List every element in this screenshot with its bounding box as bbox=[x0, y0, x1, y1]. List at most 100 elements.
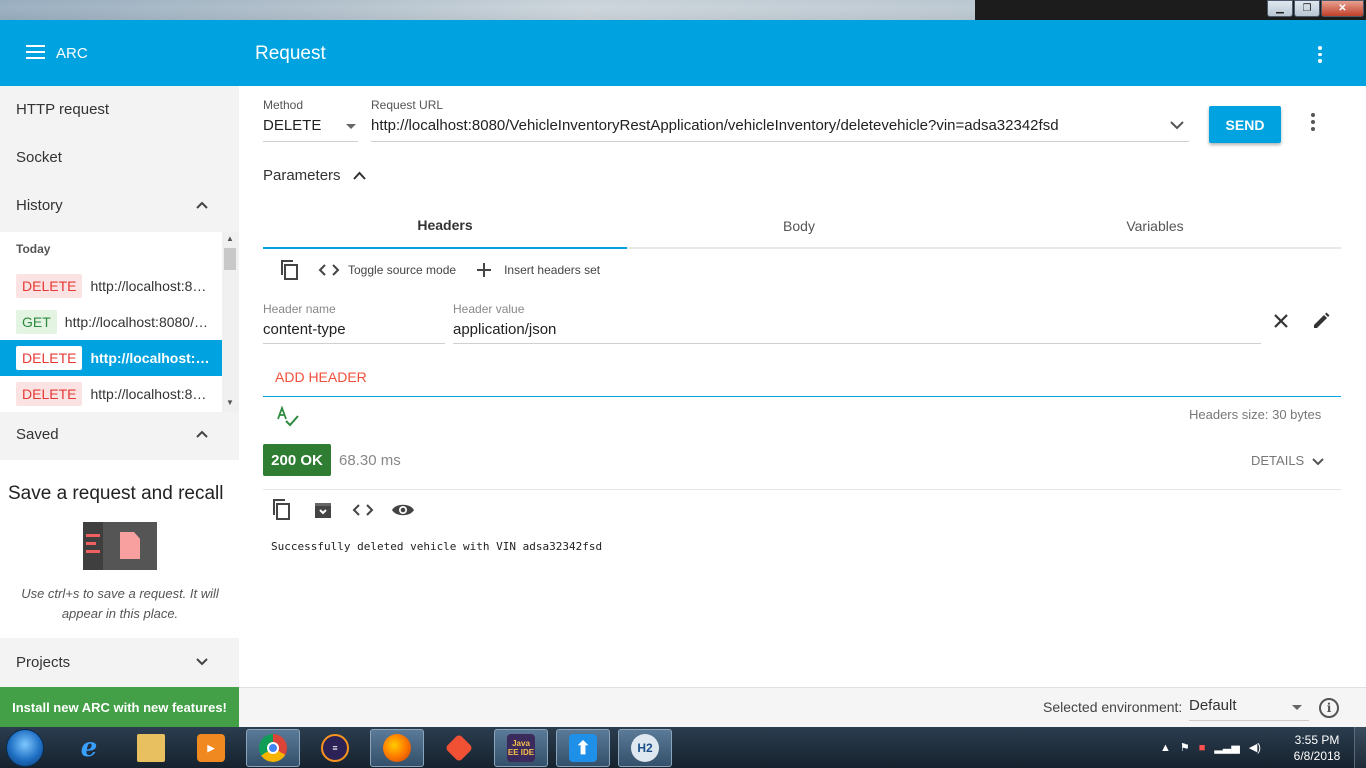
header-value-input[interactable]: application/json bbox=[453, 321, 556, 338]
code-view-icon[interactable] bbox=[352, 503, 374, 517]
saved-empty-state: Save a request and recall Use ctrl+s to … bbox=[0, 460, 239, 638]
show-hidden-icons-icon[interactable]: ▲ bbox=[1160, 742, 1171, 754]
java-ee-ide-icon[interactable]: Java EE IDE bbox=[494, 729, 548, 767]
copy-response-icon[interactable] bbox=[271, 498, 293, 522]
method-underline bbox=[263, 141, 358, 142]
file-explorer-icon[interactable] bbox=[124, 729, 178, 767]
environment-select[interactable]: Default bbox=[1189, 697, 1309, 721]
history-item[interactable]: DELETE http://localhost:8080/VehicleInve… bbox=[0, 268, 222, 304]
info-icon[interactable]: i bbox=[1319, 698, 1339, 718]
start-button-icon[interactable] bbox=[6, 729, 44, 767]
minimize-button[interactable]: ▁ bbox=[1267, 0, 1293, 17]
show-desktop-button[interactable] bbox=[1354, 727, 1366, 768]
url-label: Request URL bbox=[371, 98, 444, 112]
sidebar: HTTP request Socket History Today DELETE… bbox=[0, 86, 239, 687]
taskbar-clock[interactable]: 3:55 PM 6/8/2018 bbox=[1290, 732, 1344, 764]
status-badge: 200 OK bbox=[263, 444, 331, 476]
send-button[interactable]: SEND bbox=[1209, 106, 1281, 143]
response-divider bbox=[263, 489, 1341, 490]
headers-divider bbox=[263, 396, 1341, 397]
url-input[interactable]: http://localhost:8080/VehicleInventoryRe… bbox=[371, 117, 1161, 134]
media-player-icon[interactable]: ▶ bbox=[184, 729, 238, 767]
projects-section-header[interactable]: Projects bbox=[0, 640, 239, 688]
response-time: 68.30 ms bbox=[339, 452, 401, 469]
spellcheck-icon[interactable] bbox=[276, 406, 300, 428]
saved-label: Saved bbox=[16, 426, 59, 443]
history-section-header[interactable]: History bbox=[0, 183, 239, 231]
insert-headers-set-button[interactable]: Insert headers set bbox=[504, 263, 600, 277]
environment-value: Default bbox=[1189, 697, 1237, 714]
menu-icon[interactable] bbox=[26, 45, 45, 59]
header-name-underline bbox=[263, 343, 445, 344]
chrome-icon[interactable] bbox=[246, 729, 300, 767]
save-archive-icon[interactable] bbox=[313, 500, 333, 520]
copy-icon[interactable] bbox=[278, 258, 302, 282]
arc-app-icon[interactable]: ⬆ bbox=[556, 729, 610, 767]
tab-variables[interactable]: Variables bbox=[973, 203, 1337, 249]
preview-eye-icon[interactable] bbox=[391, 502, 415, 518]
saved-section-header[interactable]: Saved bbox=[0, 412, 239, 460]
code-icon[interactable] bbox=[318, 263, 340, 277]
details-toggle[interactable]: DETAILS bbox=[1251, 453, 1324, 468]
firefox-icon[interactable] bbox=[370, 729, 424, 767]
edit-pencil-icon[interactable] bbox=[1311, 311, 1331, 331]
history-url: http://localhost:8080/VehicleInventoryRe… bbox=[64, 314, 209, 330]
chevron-up-icon bbox=[196, 430, 208, 438]
header-name-input[interactable]: content-type bbox=[263, 321, 346, 338]
network-warning-icon[interactable]: ■ bbox=[1199, 742, 1206, 754]
saved-illustration-icon bbox=[83, 522, 157, 570]
sidebar-item-http-request[interactable]: HTTP request bbox=[16, 101, 109, 118]
method-select[interactable]: DELETE bbox=[263, 117, 321, 134]
history-url: http://localhost:8080/VehicleInventoryRe… bbox=[90, 278, 212, 294]
request-more-vert-icon[interactable] bbox=[1305, 113, 1321, 133]
environment-bar: Selected environment: Default i bbox=[239, 687, 1366, 727]
url-underline bbox=[371, 141, 1189, 142]
page-title: Request bbox=[255, 43, 326, 64]
saved-empty-title: Save a request and recall bbox=[8, 483, 224, 504]
chevron-down-icon bbox=[1312, 458, 1324, 466]
history-scrollbar[interactable]: ▲ ▼ bbox=[222, 232, 239, 412]
toggle-source-mode-button[interactable]: Toggle source mode bbox=[348, 263, 456, 277]
close-icon[interactable] bbox=[1273, 313, 1289, 329]
eclipse-icon[interactable]: ≡ bbox=[308, 729, 362, 767]
environment-dropdown-icon[interactable] bbox=[1292, 705, 1302, 710]
history-item-selected[interactable]: DELETE http://localhost:8080/VehicleInve… bbox=[0, 340, 222, 376]
scroll-thumb[interactable] bbox=[224, 248, 236, 270]
chevron-down-icon bbox=[196, 658, 208, 666]
response-body: Successfully deleted vehicle with VIN ad… bbox=[271, 540, 603, 553]
header-name-label: Header name bbox=[263, 302, 336, 316]
projects-label: Projects bbox=[16, 654, 71, 671]
url-history-chevron-down-icon[interactable] bbox=[1170, 120, 1184, 130]
tab-headers[interactable]: Headers bbox=[263, 203, 627, 249]
method-label: Method bbox=[263, 98, 304, 112]
method-dropdown-icon[interactable] bbox=[346, 124, 356, 129]
parameters-toggle[interactable]: Parameters bbox=[263, 167, 366, 184]
scroll-up-arrow-icon[interactable]: ▲ bbox=[226, 234, 234, 243]
headers-toolbar: Toggle source mode Insert headers set bbox=[278, 257, 600, 283]
history-date-group: Today bbox=[16, 242, 51, 256]
action-center-flag-icon[interactable]: ⚑ bbox=[1180, 741, 1190, 754]
history-item[interactable]: GET http://localhost:8080/VehicleInvento… bbox=[0, 304, 222, 340]
h2-database-icon[interactable]: H2 bbox=[618, 729, 672, 767]
git-gui-icon[interactable] bbox=[432, 729, 486, 767]
more-vert-icon[interactable] bbox=[1312, 43, 1328, 64]
restore-button[interactable]: ❐ bbox=[1294, 0, 1320, 17]
drawer-title: ARC bbox=[56, 45, 88, 62]
sidebar-item-socket[interactable]: Socket bbox=[16, 149, 62, 166]
internet-explorer-icon[interactable]: e bbox=[62, 729, 116, 767]
install-new-arc-banner[interactable]: Install new ARC with new features! bbox=[0, 687, 239, 727]
method-badge: DELETE bbox=[16, 382, 83, 406]
signal-icon[interactable]: ▂▃▅ bbox=[1214, 741, 1239, 754]
plus-icon[interactable] bbox=[476, 262, 492, 278]
volume-icon[interactable]: ◀) bbox=[1249, 741, 1261, 754]
close-button[interactable]: ✕ bbox=[1321, 0, 1364, 17]
window-title-strip: ▁ ❐ ✕ bbox=[0, 0, 1366, 20]
history-url: http://localhost:8080/VehicleInventoryRe… bbox=[90, 350, 212, 366]
history-item[interactable]: DELETE http://localhost:8080/VehicleInve… bbox=[0, 376, 222, 412]
scroll-down-arrow-icon[interactable]: ▼ bbox=[226, 398, 234, 407]
request-tabs: Headers Body Variables bbox=[263, 203, 1341, 249]
window-title-background bbox=[0, 0, 975, 20]
window-controls: ▁ ❐ ✕ bbox=[1267, 0, 1364, 18]
add-header-button[interactable]: ADD HEADER bbox=[275, 369, 367, 385]
tab-body[interactable]: Body bbox=[617, 203, 981, 249]
